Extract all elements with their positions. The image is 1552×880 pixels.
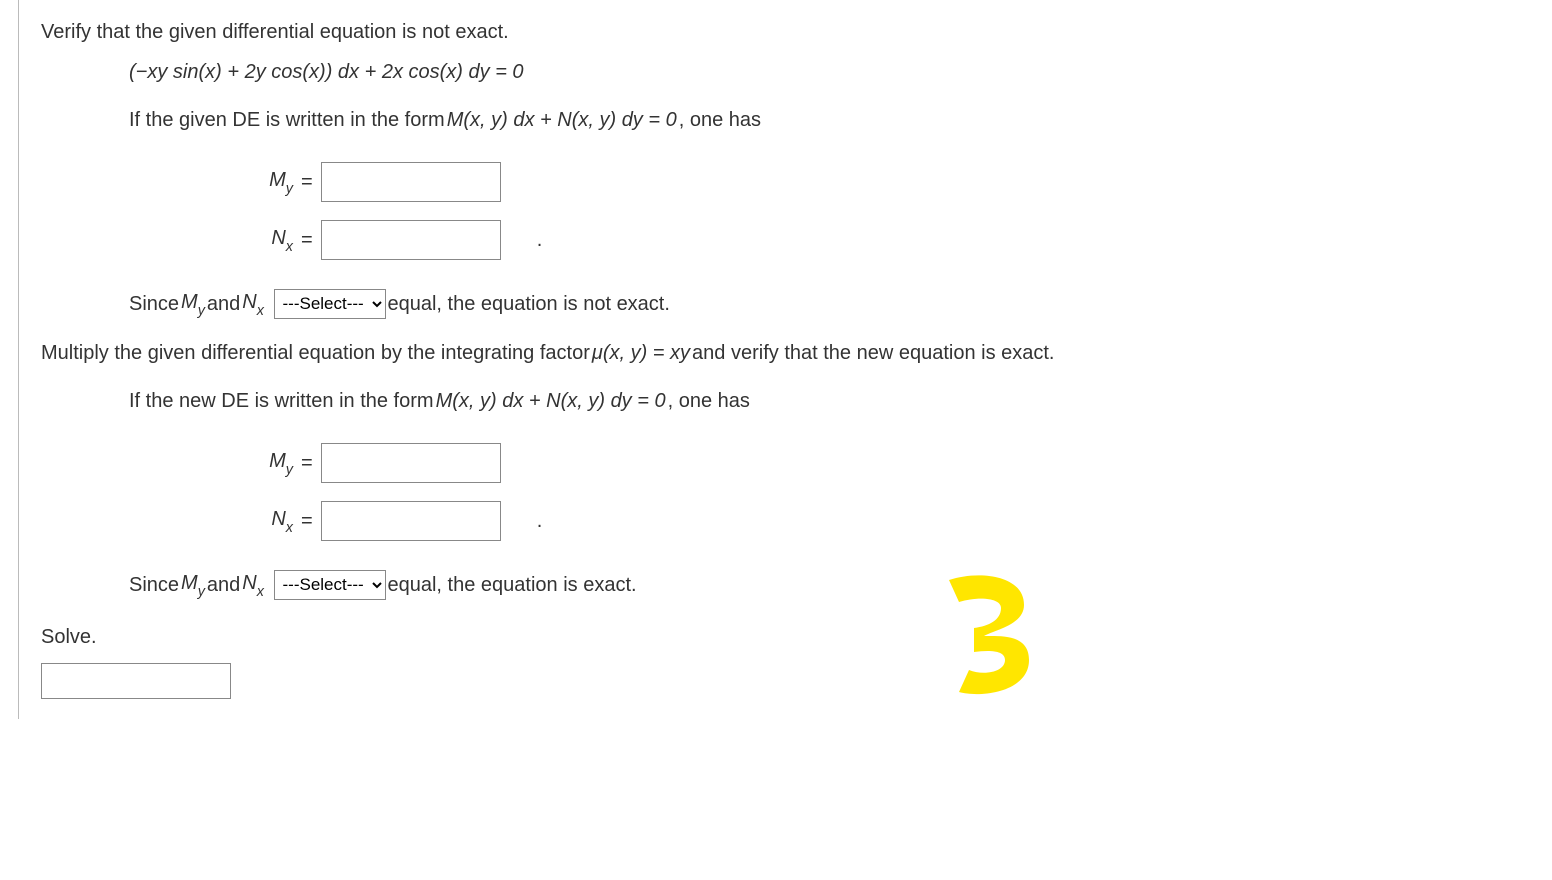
multiply-instruction: Multiply the given differential equation… bbox=[19, 337, 1055, 369]
my-label-1: My bbox=[237, 169, 293, 195]
nx-input-2[interactable] bbox=[321, 501, 501, 541]
select-exact-2[interactable]: ---Select--- bbox=[274, 570, 386, 600]
period-text: . bbox=[537, 510, 543, 533]
my-row-1: My = bbox=[237, 162, 1552, 202]
solve-label: Solve. bbox=[19, 626, 1552, 649]
my-input-1[interactable] bbox=[321, 162, 501, 202]
nx-label-2: Nx bbox=[237, 508, 293, 534]
intro-text: Verify that the given differential equat… bbox=[19, 16, 1552, 48]
differential-equation: (−xy sin(x) + 2y cos(x)) dx + 2x cos(x) … bbox=[19, 56, 1552, 88]
select-exact-1[interactable]: ---Select--- bbox=[274, 289, 386, 319]
period-text: . bbox=[537, 229, 543, 252]
since-line-1: Since My and Nx ---Select--- equal, the … bbox=[19, 286, 670, 321]
nx-input-1[interactable] bbox=[321, 220, 501, 260]
nx-label-1: Nx bbox=[237, 227, 293, 253]
nx-row-1: Nx = . bbox=[237, 220, 1552, 260]
equals-text: = bbox=[301, 452, 313, 475]
my-row-2: My = bbox=[237, 443, 1552, 483]
my-label-2: My bbox=[237, 450, 293, 476]
since-line-2: Since My and Nx ---Select--- equal, the … bbox=[19, 567, 637, 602]
form-description-2: If the new DE is written in the form M(x… bbox=[19, 385, 750, 417]
solve-input[interactable] bbox=[41, 663, 231, 699]
equals-text: = bbox=[301, 510, 313, 533]
form-description-1: If the given DE is written in the form M… bbox=[19, 104, 761, 136]
equals-text: = bbox=[301, 171, 313, 194]
equals-text: = bbox=[301, 229, 313, 252]
nx-row-2: Nx = . bbox=[237, 501, 1552, 541]
my-input-2[interactable] bbox=[321, 443, 501, 483]
